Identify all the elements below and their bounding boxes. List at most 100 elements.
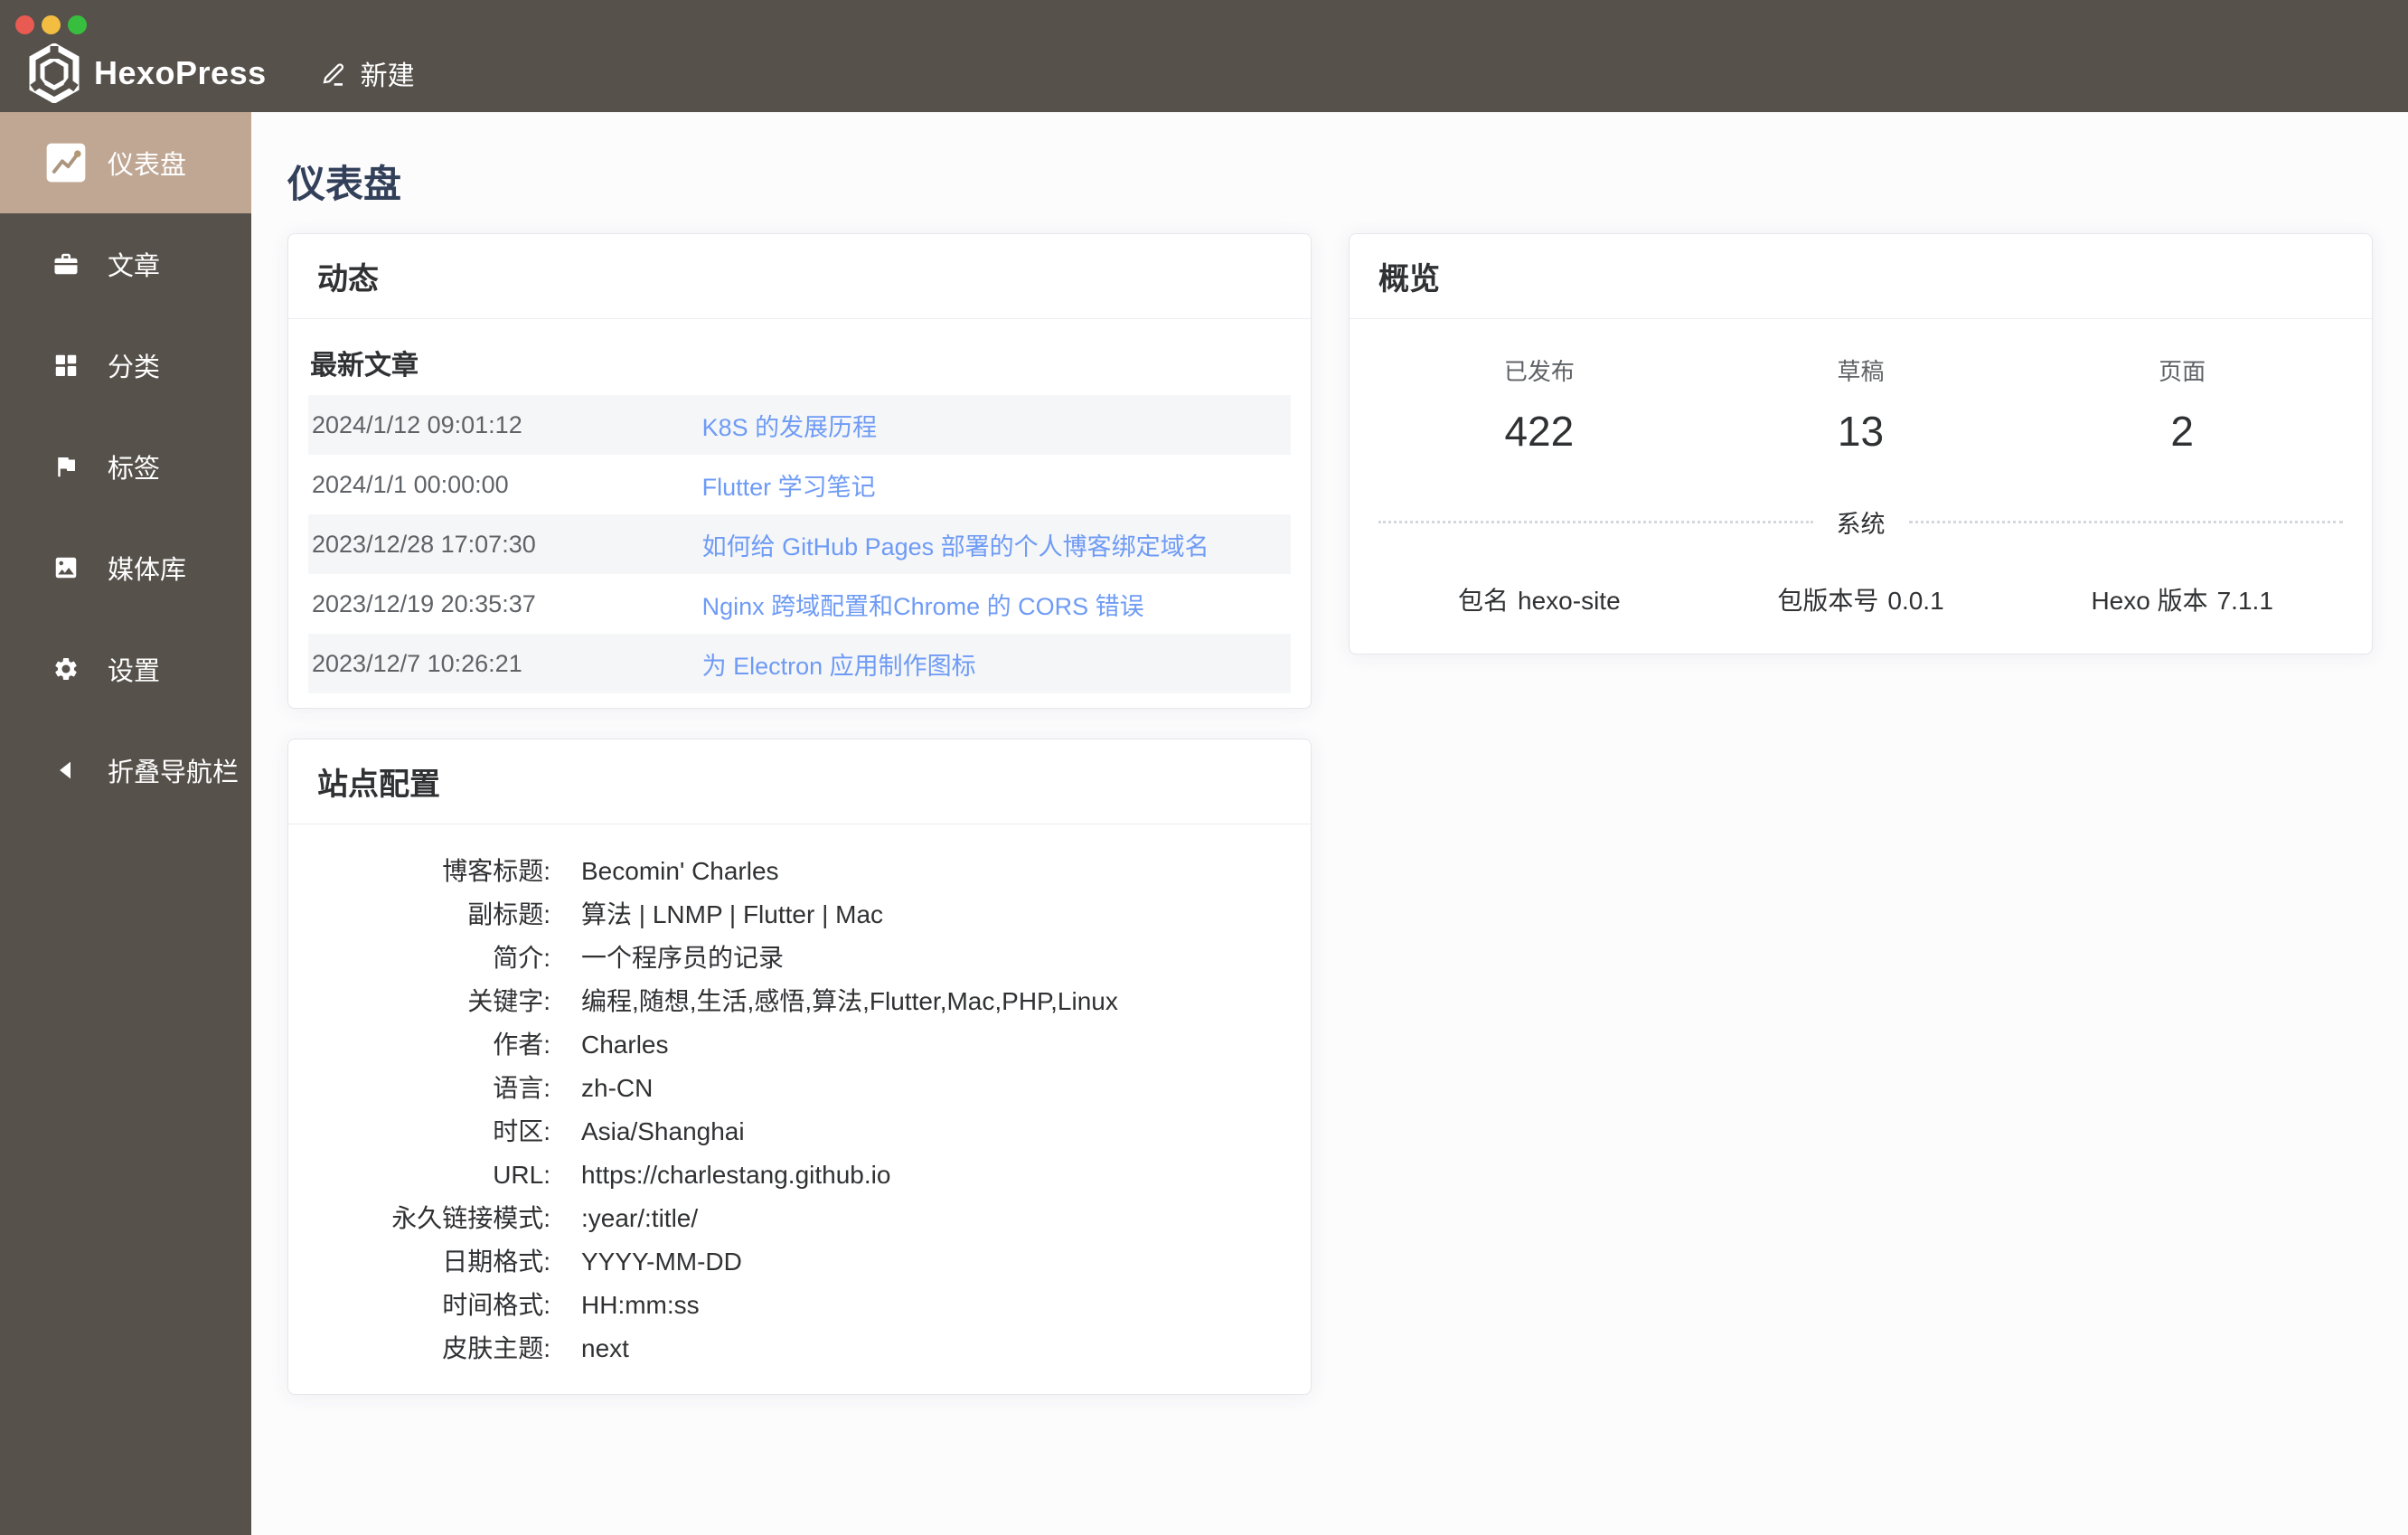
- activity-card: 动态 最新文章 2024/1/12 09:01:12 K8S 的发展历程 202…: [287, 233, 1312, 709]
- minimize-window-button[interactable]: [42, 15, 61, 34]
- post-title-link[interactable]: 为 Electron 应用制作图标: [702, 646, 1287, 682]
- config-value: Asia/Shanghai: [581, 1117, 745, 1145]
- stat-value: 13: [1837, 408, 1885, 455]
- config-row: 永久链接模式: :year/:title/: [317, 1197, 1282, 1240]
- post-date: 2023/12/7 10:26:21: [312, 649, 522, 677]
- config-label: 时间格式:: [442, 1291, 550, 1319]
- config-row: URL: https://charlestang.github.io: [317, 1154, 1282, 1197]
- config-label: 博客标题:: [442, 857, 550, 885]
- sidebar-item-posts[interactable]: 文章: [0, 213, 251, 315]
- system-info-value: 0.0.1: [1887, 587, 1944, 615]
- config-value: Becomin' Charles: [581, 857, 779, 885]
- config-value: next: [581, 1334, 629, 1362]
- hexopress-logo-icon: [29, 43, 80, 103]
- dashboard-icon: [44, 141, 88, 184]
- sidebar-item-label: 设置: [108, 657, 161, 686]
- config-row: 语言: zh-CN: [317, 1067, 1282, 1110]
- sidebar-item-label: 分类: [108, 353, 161, 382]
- system-package-name: 包名 hexo-site: [1378, 581, 1700, 617]
- media-library-icon: [44, 546, 88, 589]
- sidebar-item-media[interactable]: 媒体库: [0, 517, 251, 618]
- config-label: 副标题:: [467, 900, 550, 928]
- overview-card-title: 概览: [1350, 234, 2372, 319]
- site-config-card-title: 站点配置: [288, 739, 1311, 824]
- title-bar: HexoPress 新建: [0, 0, 2408, 112]
- config-row: 日期格式: YYYY-MM-DD: [317, 1240, 1282, 1284]
- latest-posts-heading: 最新文章: [310, 351, 419, 381]
- sidebar-item-label: 文章: [108, 252, 161, 281]
- close-window-button[interactable]: [15, 15, 34, 34]
- sidebar-item-label: 折叠导航栏: [108, 758, 240, 787]
- sidebar-nav: 仪表盘 文章 分类 标签 媒体库 设置 折叠导航栏: [0, 112, 251, 1535]
- post-row: 2024/1/1 00:00:00 Flutter 学习笔记: [308, 455, 1291, 514]
- system-info-label: Hexo 版本: [2091, 587, 2208, 615]
- config-value: 编程,随想,生活,感悟,算法,Flutter,Mac,PHP,Linux: [581, 987, 1118, 1015]
- config-row: 关键字: 编程,随想,生活,感悟,算法,Flutter,Mac,PHP,Linu…: [317, 980, 1282, 1023]
- config-value: zh-CN: [581, 1074, 654, 1102]
- sidebar-item-categories[interactable]: 分类: [0, 315, 251, 416]
- stat-label: 页面: [2159, 358, 2206, 385]
- config-label: 关键字:: [467, 987, 550, 1015]
- overview-card: 概览 已发布 422 草稿 13 页面 2 系统 包名 hexo-site 包版…: [1349, 233, 2373, 654]
- config-value: https://charlestang.github.io: [581, 1161, 891, 1189]
- site-config-body: 博客标题: Becomin' Charles 副标题: 算法 | LNMP | …: [288, 824, 1311, 1394]
- stat-value: 2: [2170, 408, 2194, 455]
- system-divider: 系统: [1378, 504, 2343, 540]
- gear-icon: [44, 647, 88, 691]
- system-info-value: hexo-site: [1518, 587, 1621, 615]
- system-info-label: 包名: [1458, 587, 1510, 615]
- post-title-link[interactable]: 如何给 GitHub Pages 部署的个人博客绑定域名: [702, 527, 1287, 562]
- post-row: 2023/12/19 20:35:37 Nginx 跨域配置和Chrome 的 …: [308, 574, 1291, 634]
- config-value: Charles: [581, 1031, 669, 1059]
- config-label: 语言:: [493, 1074, 550, 1102]
- activity-card-body: 最新文章 2024/1/12 09:01:12 K8S 的发展历程 2024/1…: [288, 319, 1311, 708]
- config-row: 博客标题: Becomin' Charles: [317, 850, 1282, 893]
- activity-card-title: 动态: [288, 234, 1311, 319]
- topbar-content: HexoPress 新建: [0, 34, 2408, 112]
- stats-row: 已发布 422 草稿 13 页面 2: [1378, 353, 2343, 456]
- page-title: 仪表盘: [287, 163, 402, 205]
- system-package-version: 包版本号 0.0.1: [1700, 581, 2022, 617]
- new-post-button[interactable]: 新建: [319, 53, 415, 93]
- config-label: 简介:: [493, 944, 550, 972]
- post-title-link[interactable]: K8S 的发展历程: [702, 408, 1287, 443]
- system-divider-label: 系统: [1836, 511, 1886, 538]
- stat-value: 422: [1504, 408, 1575, 455]
- config-row: 皮肤主题: next: [317, 1327, 1282, 1370]
- sidebar-item-label: 仪表盘: [108, 151, 187, 180]
- new-post-label: 新建: [360, 61, 415, 91]
- config-row: 简介: 一个程序员的记录: [317, 937, 1282, 980]
- collapse-left-icon: [44, 749, 88, 792]
- post-row: 2023/12/7 10:26:21 为 Electron 应用制作图标: [308, 634, 1291, 693]
- config-value: :year/:title/: [581, 1204, 699, 1232]
- post-title-link[interactable]: Nginx 跨域配置和Chrome 的 CORS 错误: [702, 587, 1287, 622]
- system-info-label: 包版本号: [1777, 587, 1879, 615]
- flag-icon: [44, 445, 88, 488]
- post-date: 2024/1/1 00:00:00: [312, 470, 509, 498]
- config-label: 作者:: [493, 1031, 550, 1059]
- sidebar-item-label: 标签: [108, 455, 161, 484]
- config-label: 时区:: [493, 1117, 550, 1145]
- post-title-link[interactable]: Flutter 学习笔记: [702, 467, 1287, 503]
- stat-pages: 页面 2: [2021, 353, 2343, 456]
- stat-drafts: 草稿 13: [1700, 353, 2022, 456]
- sidebar-item-tags[interactable]: 标签: [0, 416, 251, 517]
- overview-card-body: 已发布 422 草稿 13 页面 2 系统 包名 hexo-site 包版本号 …: [1350, 319, 2372, 654]
- sidebar-item-dashboard[interactable]: 仪表盘: [0, 112, 251, 213]
- config-label: 日期格式:: [442, 1248, 550, 1276]
- stat-published: 已发布 422: [1378, 353, 1700, 456]
- post-date: 2023/12/19 20:35:37: [312, 589, 536, 617]
- site-config-card: 站点配置 博客标题: Becomin' Charles 副标题: 算法 | LN…: [287, 739, 1312, 1395]
- traffic-lights: [15, 15, 87, 34]
- system-hexo-version: Hexo 版本 7.1.1: [2021, 581, 2343, 617]
- system-info-value: 7.1.1: [2216, 587, 2273, 615]
- sidebar-collapse-button[interactable]: 折叠导航栏: [0, 720, 251, 821]
- config-row: 时区: Asia/Shanghai: [317, 1110, 1282, 1154]
- config-value: 一个程序员的记录: [581, 944, 785, 972]
- config-label: 皮肤主题:: [442, 1334, 550, 1362]
- zoom-window-button[interactable]: [68, 15, 87, 34]
- pencil-icon: [323, 63, 343, 86]
- sidebar-item-settings[interactable]: 设置: [0, 618, 251, 720]
- app-title: HexoPress: [94, 54, 267, 91]
- config-row: 作者: Charles: [317, 1023, 1282, 1067]
